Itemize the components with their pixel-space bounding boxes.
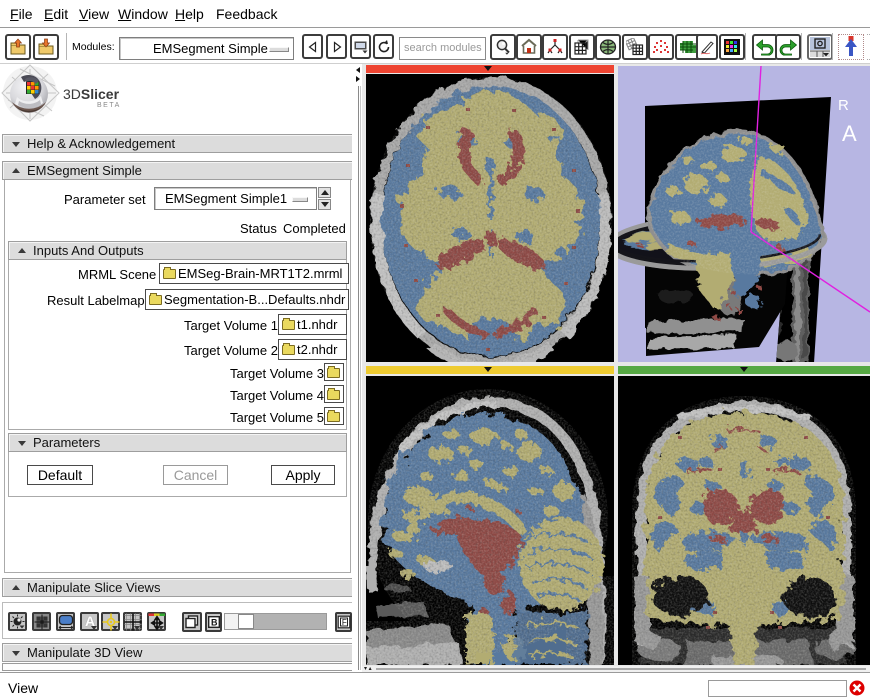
svg-text:A: A bbox=[842, 121, 857, 146]
svg-text:B: B bbox=[211, 618, 218, 628]
svg-text:F: F bbox=[341, 618, 346, 627]
svg-text:R: R bbox=[838, 97, 849, 114]
